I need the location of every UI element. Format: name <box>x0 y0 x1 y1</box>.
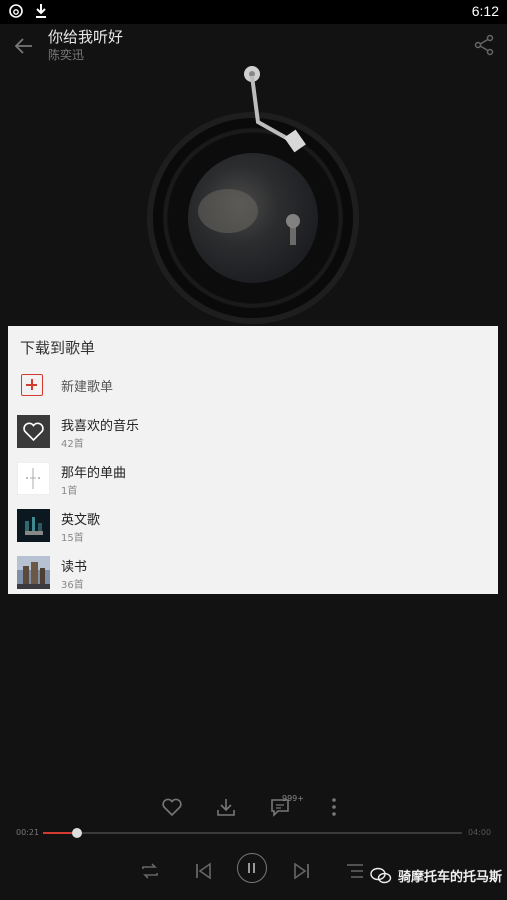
progress-track[interactable] <box>43 828 462 838</box>
netease-music-icon <box>9 4 23 18</box>
playlist-name: 英文歌 <box>61 513 101 528</box>
more-options-icon[interactable] <box>323 796 345 818</box>
new-playlist-label: 新建歌单 <box>61 380 114 395</box>
playlist-count: 15首 <box>61 533 84 544</box>
playlist-name: 那年的单曲 <box>61 466 127 481</box>
pause-button[interactable] <box>237 853 267 883</box>
watermark-text: 骑摩托车的托马斯 <box>398 870 503 885</box>
artist-name[interactable]: 陈奕迅 <box>48 46 84 63</box>
progress-knob[interactable] <box>71 828 82 838</box>
download-to-playlist-dialog: 下载到歌单 新建歌单 我喜欢的音乐 42首 那年的单曲 1首 英文歌 15首 读… <box>8 326 498 594</box>
status-bar: 6:12 <box>0 0 507 24</box>
watermark: 骑摩托车的托马斯 <box>370 866 502 885</box>
repeat-icon[interactable] <box>138 859 162 883</box>
playlist-count: 1首 <box>61 486 78 497</box>
playlist-item-singles[interactable]: 那年的单曲 1首 <box>8 459 498 505</box>
playlist-count: 36首 <box>61 580 84 591</box>
playlist-count: 42首 <box>61 439 84 450</box>
new-playlist-row[interactable]: 新建歌单 <box>8 369 498 403</box>
tonearm-needle <box>244 66 306 153</box>
city-cover-thumbnail <box>17 556 50 589</box>
comment-count-badge: 999+ <box>282 794 304 803</box>
song-title: 你给我听好 <box>48 28 124 46</box>
dialog-title: 下载到歌单 <box>20 339 96 357</box>
progress-bar: 00:21 04:00 <box>0 825 507 841</box>
share-icon[interactable] <box>473 34 495 56</box>
next-icon[interactable] <box>290 859 314 883</box>
heart-icon[interactable] <box>161 796 183 818</box>
playlist-name: 读书 <box>61 560 88 575</box>
download-icon[interactable] <box>215 796 237 818</box>
heart-cover-thumbnail <box>17 415 50 448</box>
playlist-item-favorites[interactable]: 我喜欢的音乐 42首 <box>8 412 498 458</box>
download-icon <box>36 4 46 18</box>
playlist-name: 我喜欢的音乐 <box>61 419 140 434</box>
current-time: 00:21 <box>16 828 40 837</box>
vinyl-disc-area <box>0 66 507 326</box>
status-time: 6:12 <box>471 3 499 19</box>
wechat-icon <box>370 867 392 883</box>
back-arrow-icon[interactable] <box>12 34 36 58</box>
playlist-item-reading[interactable]: 读书 36首 <box>8 553 498 599</box>
plus-icon <box>21 374 43 396</box>
action-bar: 999+ <box>0 792 507 822</box>
total-time: 04:00 <box>468 828 492 837</box>
playlist-item-english-songs[interactable]: 英文歌 15首 <box>8 506 498 552</box>
previous-icon[interactable] <box>191 859 215 883</box>
night-cover-thumbnail <box>17 509 50 542</box>
white-cover-thumbnail <box>17 462 50 495</box>
album-cover <box>188 153 318 283</box>
playlist-icon[interactable] <box>343 859 367 883</box>
